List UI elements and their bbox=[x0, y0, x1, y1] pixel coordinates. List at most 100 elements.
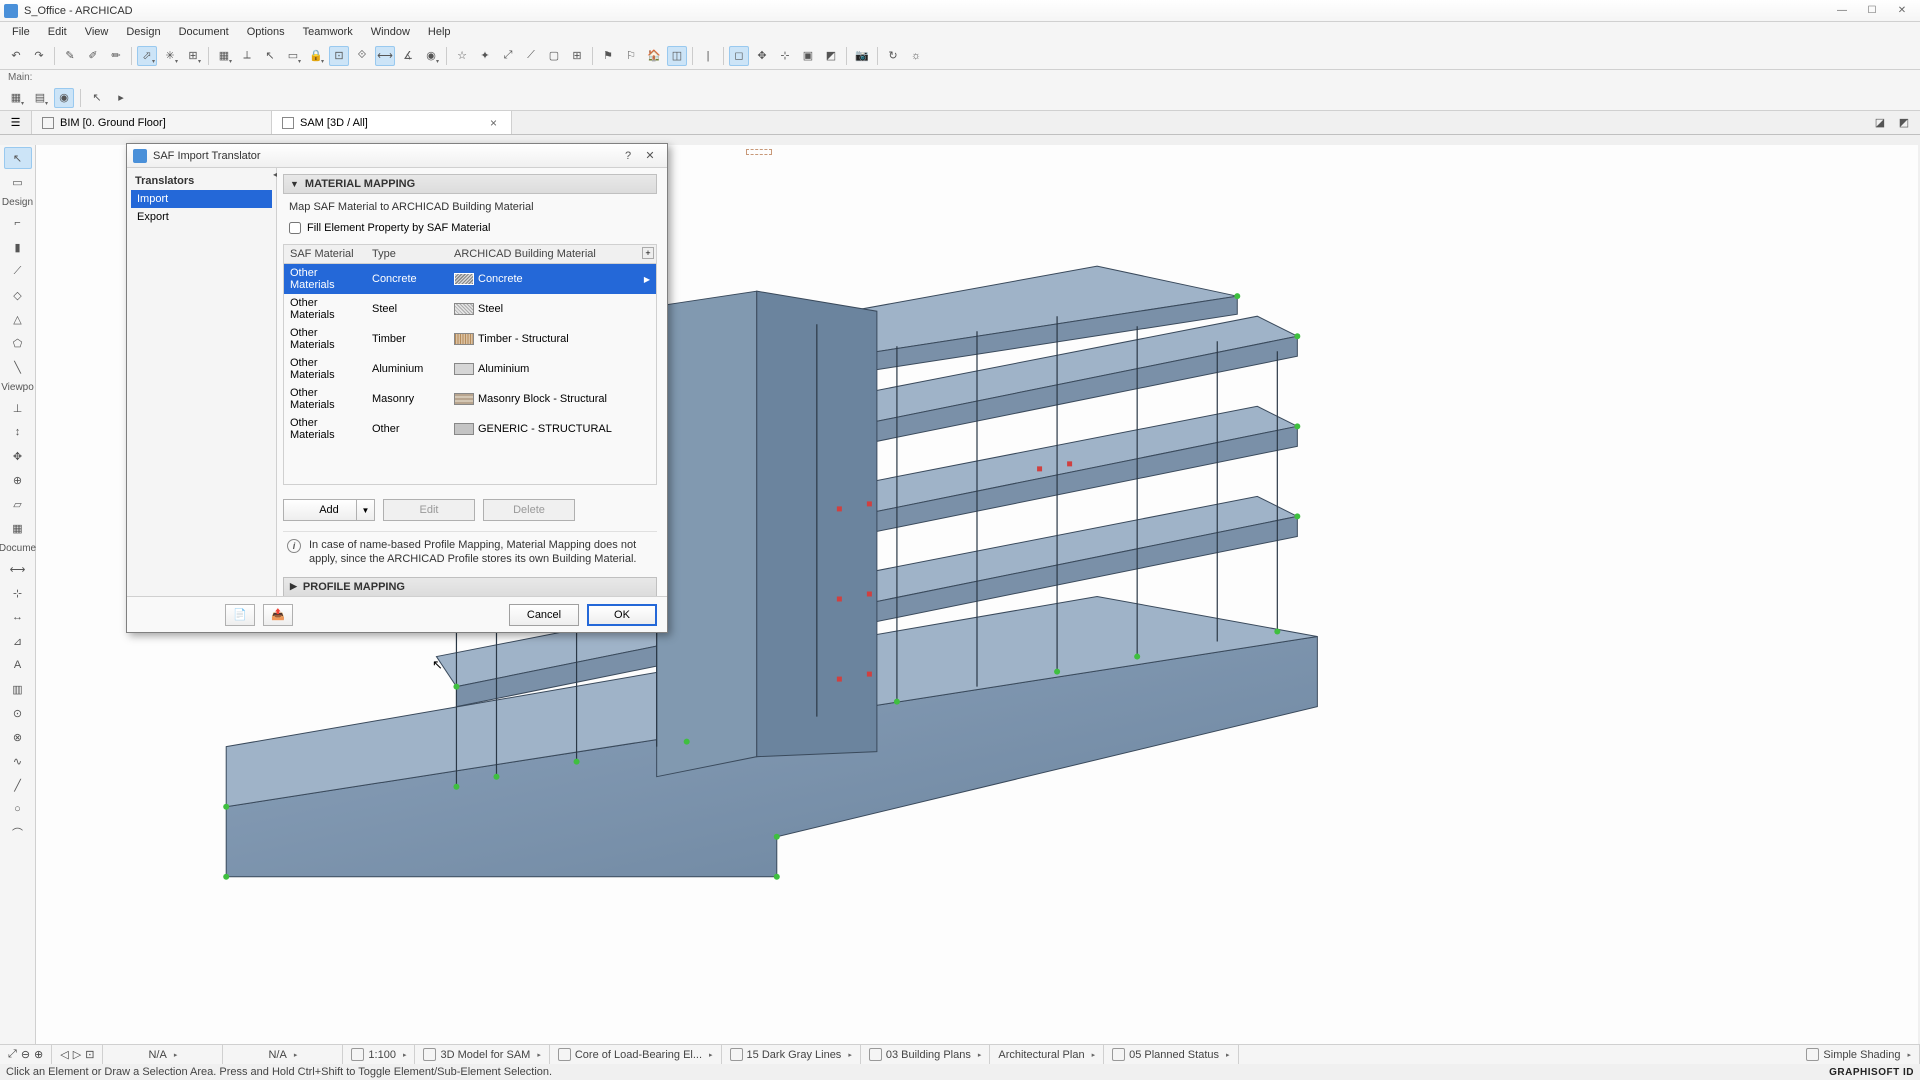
material-row[interactable]: Other MaterialsMasonryMasonry Block - St… bbox=[284, 384, 656, 414]
hotspot-tool-icon[interactable]: ⊗ bbox=[4, 726, 32, 748]
box-icon[interactable]: ◻ bbox=[729, 46, 749, 66]
slab-tool-icon[interactable]: ◇ bbox=[4, 284, 32, 306]
status-na1[interactable]: N/A▸ bbox=[103, 1045, 223, 1064]
perspective-icon[interactable]: ◪ bbox=[1870, 113, 1890, 133]
section-tool-icon[interactable]: ⊥ bbox=[4, 397, 32, 419]
lock-icon[interactable]: 🔒 bbox=[306, 46, 326, 66]
status-scale[interactable]: 1:100▸ bbox=[343, 1045, 415, 1064]
pointer-icon[interactable]: ↖ bbox=[87, 88, 107, 108]
view3d-icon[interactable]: ◫ bbox=[667, 46, 687, 66]
ok-button[interactable]: OK bbox=[587, 604, 657, 626]
worksheet-tool-icon[interactable]: ⊕ bbox=[4, 469, 32, 491]
redo-icon[interactable]: ↷ bbox=[29, 46, 49, 66]
menu-file[interactable]: File bbox=[4, 24, 38, 40]
material-row[interactable]: Other MaterialsTimberTimber - Structural bbox=[284, 324, 656, 354]
axis-icon[interactable]: ⊹ bbox=[775, 46, 795, 66]
zoom-prev-next[interactable]: ◁ ▷ ⊡ bbox=[52, 1045, 103, 1064]
crop-icon[interactable]: ⊡ bbox=[329, 46, 349, 66]
fill-property-checkbox[interactable] bbox=[289, 222, 301, 234]
add-row-icon[interactable]: + bbox=[642, 247, 654, 259]
status-view-name[interactable]: 3D Model for SAM▸ bbox=[415, 1045, 549, 1064]
profile-mapping-header[interactable]: ▶ PROFILE MAPPING bbox=[283, 577, 657, 596]
elevation-tool-icon[interactable]: ↕ bbox=[4, 421, 32, 443]
dimension-tool-icon[interactable]: ↔ bbox=[4, 606, 32, 628]
arc-tool-icon[interactable]: ⌒ bbox=[4, 822, 32, 844]
beam-tool-icon[interactable]: ⟋ bbox=[4, 260, 32, 282]
close-button[interactable]: ✕ bbox=[1888, 2, 1916, 20]
measure-icon[interactable]: ⟐ bbox=[352, 46, 372, 66]
sun-icon[interactable]: ☼ bbox=[906, 46, 926, 66]
fit-icon[interactable]: ⊡ bbox=[85, 1048, 94, 1061]
material-mapping-header[interactable]: ▼ MATERIAL MAPPING bbox=[283, 174, 657, 194]
dimension-icon[interactable]: ⟷ bbox=[375, 46, 395, 66]
translators-export[interactable]: Export bbox=[131, 208, 272, 226]
cell-archicad[interactable]: GENERIC - STRUCTURAL bbox=[448, 421, 656, 437]
refresh-icon[interactable]: ↻ bbox=[883, 46, 903, 66]
add-button[interactable]: Add ▼ bbox=[283, 499, 375, 521]
menu-help[interactable]: Help bbox=[420, 24, 459, 40]
arrow-mode-icon[interactable]: ⬀ bbox=[137, 46, 157, 66]
move-icon[interactable]: ✥ bbox=[752, 46, 772, 66]
minimize-button[interactable]: — bbox=[1828, 2, 1856, 20]
fill-tool-icon[interactable]: ▥ bbox=[4, 678, 32, 700]
status-planned[interactable]: 05 Planned Status▸ bbox=[1104, 1045, 1238, 1064]
level-tool-icon[interactable]: ⊿ bbox=[4, 630, 32, 652]
status-shading[interactable]: Simple Shading▸ bbox=[1798, 1045, 1920, 1064]
camera-icon[interactable]: 📷 bbox=[852, 46, 872, 66]
tab-close-icon[interactable]: × bbox=[486, 116, 501, 130]
cursor-icon[interactable]: ↖ bbox=[260, 46, 280, 66]
edit-button[interactable]: Edit bbox=[383, 499, 475, 521]
prev-view-icon[interactable]: ◁ bbox=[60, 1048, 68, 1061]
status-pen[interactable]: 15 Dark Gray Lines▸ bbox=[722, 1045, 861, 1064]
column-tool-icon[interactable]: ▮ bbox=[4, 236, 32, 258]
menu-window[interactable]: Window bbox=[363, 24, 418, 40]
arrow-tool-icon[interactable]: ↖ bbox=[4, 147, 32, 169]
pointer2-icon[interactable]: ▸ bbox=[111, 88, 131, 108]
grid-icon[interactable]: ▦ bbox=[214, 46, 234, 66]
maximize-button[interactable]: ☐ bbox=[1858, 2, 1886, 20]
tab-sam[interactable]: SAM [3D / All] × bbox=[272, 111, 512, 134]
flag-icon[interactable]: ⚑ bbox=[598, 46, 618, 66]
rect-icon[interactable]: ▭ bbox=[283, 46, 303, 66]
menu-teamwork[interactable]: Teamwork bbox=[295, 24, 361, 40]
zoom-out-icon[interactable]: ⊖ bbox=[21, 1048, 30, 1061]
text-tool-icon[interactable]: ⟷ bbox=[4, 558, 32, 580]
open-doc-icon[interactable]: ▤ bbox=[30, 88, 50, 108]
cell-archicad[interactable]: Masonry Block - Structural bbox=[448, 391, 656, 407]
flag2-icon[interactable]: ⚐ bbox=[621, 46, 641, 66]
new-doc-icon[interactable]: ▦ bbox=[6, 88, 26, 108]
dropper-icon[interactable]: ✐ bbox=[83, 46, 103, 66]
shape-icon[interactable]: ◉ bbox=[421, 46, 441, 66]
menu-document[interactable]: Document bbox=[171, 24, 237, 40]
favorite-icon[interactable]: ☆ bbox=[452, 46, 472, 66]
cancel-button[interactable]: Cancel bbox=[509, 604, 579, 626]
shell-tool-icon[interactable]: ⬠ bbox=[4, 332, 32, 354]
line2-tool-icon[interactable]: ╱ bbox=[4, 774, 32, 796]
box2-icon[interactable]: ▣ bbox=[798, 46, 818, 66]
menu-edit[interactable]: Edit bbox=[40, 24, 75, 40]
delete-button[interactable]: Delete bbox=[483, 499, 575, 521]
zone-tool-icon[interactable]: ⊙ bbox=[4, 702, 32, 724]
status-plans[interactable]: 03 Building Plans▸ bbox=[861, 1045, 991, 1064]
magic-icon[interactable]: ✦ bbox=[475, 46, 495, 66]
brand-label[interactable]: GRAPHISOFT ID bbox=[1829, 1067, 1914, 1078]
fill-property-checkbox-row[interactable]: Fill Element Property by SAF Material bbox=[283, 220, 657, 236]
spline-tool-icon[interactable]: ∿ bbox=[4, 750, 32, 772]
line-icon[interactable]: | bbox=[698, 46, 718, 66]
link-icon[interactable]: ⤢ bbox=[498, 46, 518, 66]
material-row[interactable]: Other MaterialsSteelSteel bbox=[284, 294, 656, 324]
text2-tool-icon[interactable]: A bbox=[4, 654, 32, 676]
interior-tool-icon[interactable]: ▦ bbox=[4, 517, 32, 539]
status-na2[interactable]: N/A▸ bbox=[223, 1045, 343, 1064]
undo-icon[interactable]: ↶ bbox=[6, 46, 26, 66]
material-row[interactable]: Other MaterialsOtherGENERIC - STRUCTURAL bbox=[284, 414, 656, 444]
polyline-icon[interactable]: ⟋ bbox=[521, 46, 541, 66]
status-layer[interactable]: Core of Load-Bearing El...▸ bbox=[550, 1045, 722, 1064]
cell-archicad[interactable]: Aluminium bbox=[448, 361, 656, 377]
zoom-in-icon[interactable]: ⊕ bbox=[34, 1048, 43, 1061]
guide-mode-icon[interactable]: ⊞ bbox=[183, 46, 203, 66]
translators-import[interactable]: Import bbox=[131, 190, 272, 208]
next-view-icon[interactable]: ▷ bbox=[73, 1048, 81, 1061]
tabs-menu-icon[interactable]: ☰ bbox=[0, 111, 32, 134]
circle-tool-icon[interactable]: ○ bbox=[4, 798, 32, 820]
